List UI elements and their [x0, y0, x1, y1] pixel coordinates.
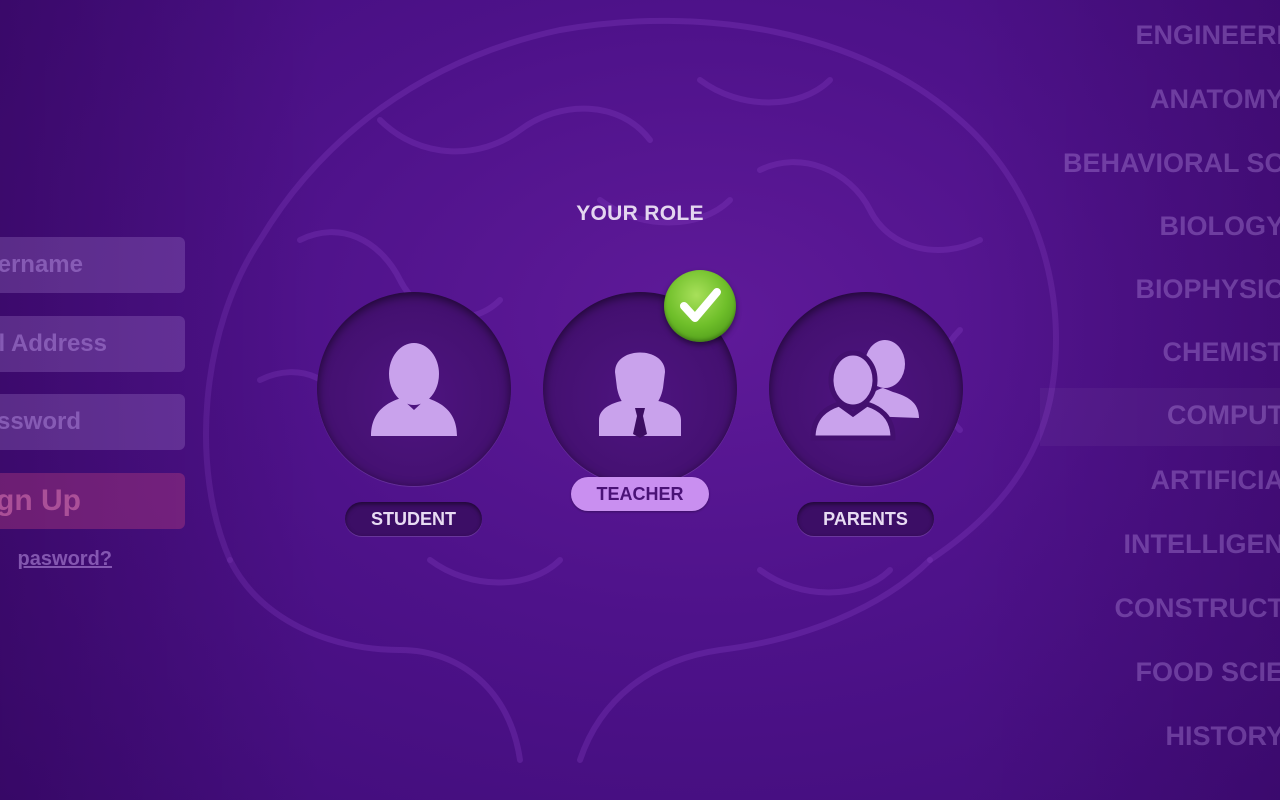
- subject-item[interactable]: COMPUT: [1167, 400, 1280, 431]
- subject-item[interactable]: CONSTRUCT: [1115, 593, 1280, 624]
- signup-button-label: gn Up: [0, 484, 81, 517]
- person-icon: [371, 343, 457, 436]
- subject-item[interactable]: ANATOMY: [1150, 84, 1280, 115]
- subject-item[interactable]: ARTIFICIA: [1151, 465, 1280, 496]
- group-icon: [810, 340, 919, 441]
- parents-role-button[interactable]: [769, 292, 963, 486]
- signup-button[interactable]: gn Up: [0, 473, 185, 529]
- username-placeholder: ername: [0, 251, 83, 278]
- parents-label[interactable]: PARENTS: [797, 502, 934, 536]
- subject-item[interactable]: ENGINEERI: [1135, 20, 1280, 51]
- subject-item[interactable]: BEHAVIORAL SC: [1063, 148, 1280, 179]
- username-field[interactable]: ername: [0, 237, 185, 293]
- email-field[interactable]: l Address: [0, 316, 185, 372]
- student-label[interactable]: STUDENT: [345, 502, 482, 536]
- teacher-label[interactable]: TEACHER: [571, 477, 709, 511]
- student-role-button[interactable]: [317, 292, 511, 486]
- forgot-password-link[interactable]: pasword?: [0, 548, 112, 571]
- page-title: YOUR ROLE: [576, 202, 704, 225]
- password-placeholder: ssword: [0, 408, 81, 435]
- subject-item[interactable]: INTELLIGEN: [1124, 529, 1280, 560]
- subject-item[interactable]: FOOD SCIE: [1135, 657, 1280, 688]
- password-field[interactable]: ssword: [0, 394, 185, 450]
- subject-item[interactable]: HISTORY: [1165, 721, 1280, 752]
- checkmark-icon: [664, 270, 736, 342]
- subject-list: ENGINEERI ANATOMY BEHAVIORAL SC BIOLOGY …: [1040, 0, 1280, 800]
- subject-item[interactable]: BIOPHYSIC: [1135, 274, 1280, 305]
- email-placeholder: l Address: [0, 330, 107, 357]
- subject-item[interactable]: CHEMIST: [1163, 337, 1280, 368]
